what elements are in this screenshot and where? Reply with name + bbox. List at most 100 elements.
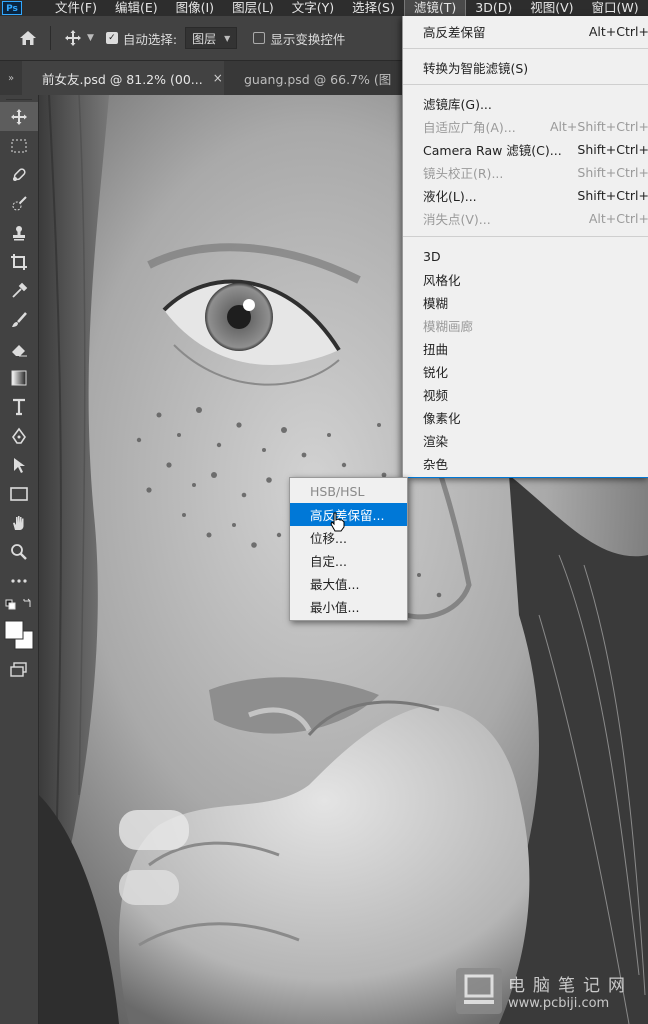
menu-item-label: 模糊画廊 [423,318,474,334]
menu-layer[interactable]: 图层(L) [223,0,283,16]
pen-icon[interactable] [0,421,38,450]
menu-type[interactable]: 文字(Y) [283,0,343,16]
menu-item-label: 杂色 [423,456,449,472]
menu-item-label: 风格化 [423,272,461,288]
filter-noise-item[interactable]: 杂色 [403,452,648,474]
show-transform-label: 显示变换控件 [270,31,346,47]
photoshop-logo: Ps [2,1,22,15]
high-pass-item[interactable]: 高反差保留... [290,503,407,526]
chevron-down-icon: ▼ [224,33,231,43]
move-tool-preset-icon[interactable] [59,24,87,52]
auto-select-label: 自动选择: [122,31,178,47]
path-select-icon[interactable] [0,450,38,479]
color-swatches-icon[interactable] [0,615,38,655]
menu-item-label: 转换为智能滤镜(S) [423,60,529,76]
convert-smart-filter-item[interactable]: 转换为智能滤镜(S) [403,56,648,78]
vanishing-point-item: 消失点(V)... Alt+Ctrl+ [403,207,648,229]
camera-raw-filter-item[interactable]: Camera Raw 滤镜(C)... Shift+Ctrl+ [403,138,648,160]
tab-label: 前女友.psd @ 81.2% (00... [42,71,203,87]
healing-brush-icon[interactable] [0,160,38,189]
menu-item-label: 渲染 [423,433,449,449]
menu-separator [403,84,648,85]
filter-sharpen-item[interactable]: 锐化 [403,360,648,382]
hand-cursor-icon [330,512,345,532]
menu-item-shortcut: Alt+Shift+Ctrl+ [550,118,648,134]
minimum-item[interactable]: 最小值... [290,595,407,618]
marquee-icon[interactable] [0,131,38,160]
menu-edit[interactable]: 编辑(E) [106,0,167,16]
menu-separator [403,236,648,237]
liquify-item[interactable]: 液化(L)... Shift+Ctrl+ [403,184,648,206]
menu-item-label: 模糊 [423,295,449,311]
menu-item-label: 镜头校正(R)... [423,165,504,181]
menu-item-label: 3D [423,248,441,264]
menu-item-shortcut: Alt+Ctrl+ [588,23,648,39]
menu-item-label: 自适应广角(A)... [423,119,516,135]
filter-render-item[interactable]: 渲染 [403,429,648,451]
hsb-hsl-item: HSB/HSL [290,480,407,503]
crop-icon[interactable] [0,247,38,276]
adaptive-wide-angle-item: 自适应广角(A)... Alt+Shift+Ctrl+ [403,115,648,137]
filter-distort-item[interactable]: 扭曲 [403,337,648,359]
menu-item-label: 扭曲 [423,341,449,357]
filter-other-item[interactable]: 其它 [403,477,648,478]
maximum-item[interactable]: 最大值... [290,572,407,595]
menu-item-label: 锐化 [423,364,449,380]
panel-collapse-icon[interactable]: » [0,73,22,84]
menu-view[interactable]: 视图(V) [521,0,582,16]
menu-item-shortcut: Shift+Ctrl+ [577,164,648,180]
menu-file[interactable]: 文件(F) [46,0,106,16]
quick-select-icon[interactable] [0,189,38,218]
menu-image[interactable]: 图像(I) [167,0,223,16]
offset-item[interactable]: 位移... [290,526,407,549]
stamp-icon[interactable] [0,218,38,247]
tab-document-2[interactable]: guang.psd @ 66.7% (图 [224,61,403,95]
filter-blur-gallery-item: 模糊画廊 [403,314,648,336]
filter-stylize-item[interactable]: 风格化 [403,268,648,290]
brush-icon[interactable] [0,305,38,334]
menu-item-label: HSB/HSL [310,484,365,499]
type-icon[interactable] [0,392,38,421]
menu-item-label: 视频 [423,387,449,403]
screen-mode-icon[interactable] [0,655,38,684]
menu-item-label: 液化(L)... [423,188,477,204]
auto-select-target-dropdown[interactable]: 图层 ▼ [185,27,238,49]
filter-pixelate-item[interactable]: 像素化 [403,406,648,428]
eyedropper-icon[interactable] [0,276,38,305]
auto-select-checkbox[interactable]: ✓ [105,32,118,44]
filter-blur-item[interactable]: 模糊 [403,291,648,313]
menu-item-label: Camera Raw 滤镜(C)... [423,142,562,158]
site-watermark: 电脑笔记网 www.pcbiji.com [456,966,642,1016]
filter-video-item[interactable]: 视频 [403,383,648,405]
menu-bar: Ps 文件(F) 编辑(E) 图像(I) 图层(L) 文字(Y) 选择(S) 滤… [0,0,648,16]
watermark-logo [456,968,502,1014]
filter-gallery-item[interactable]: 滤镜库(G)... [403,92,648,114]
menu-item-label: 最大值... [310,577,360,592]
menu-item-label: 最小值... [310,600,360,615]
filter-last-used-item[interactable]: 高反差保留 Alt+Ctrl+ [403,20,648,42]
filter-3d-item[interactable]: 3D [403,245,648,267]
gradient-icon[interactable] [0,363,38,392]
hand-icon[interactable] [0,508,38,537]
show-transform-checkbox[interactable] [253,32,266,44]
menu-filter[interactable]: 滤镜(T) [403,0,467,16]
toolbar-grip[interactable] [6,95,32,100]
tools-panel [0,95,39,1024]
more-icon[interactable] [0,566,38,595]
eraser-icon[interactable] [0,334,38,363]
menu-3d[interactable]: 3D(D) [466,0,521,16]
menu-window[interactable]: 窗口(W) [583,0,648,16]
swap-colors-icon[interactable] [0,595,38,615]
menu-item-label: 像素化 [423,410,461,426]
move-icon[interactable] [0,102,38,131]
chevron-down-icon[interactable]: ▼ [87,33,94,43]
zoom-icon[interactable] [0,537,38,566]
home-icon[interactable] [14,24,42,52]
custom-item[interactable]: 自定... [290,549,407,572]
menu-item-label: 滤镜库(G)... [423,96,492,112]
menu-select[interactable]: 选择(S) [343,0,404,16]
menu-item-label: 消失点(V)... [423,211,491,227]
tab-document-1[interactable]: 前女友.psd @ 81.2% (00... × [22,61,224,95]
rectangle-icon[interactable] [0,479,38,508]
close-icon[interactable]: × [213,71,223,85]
